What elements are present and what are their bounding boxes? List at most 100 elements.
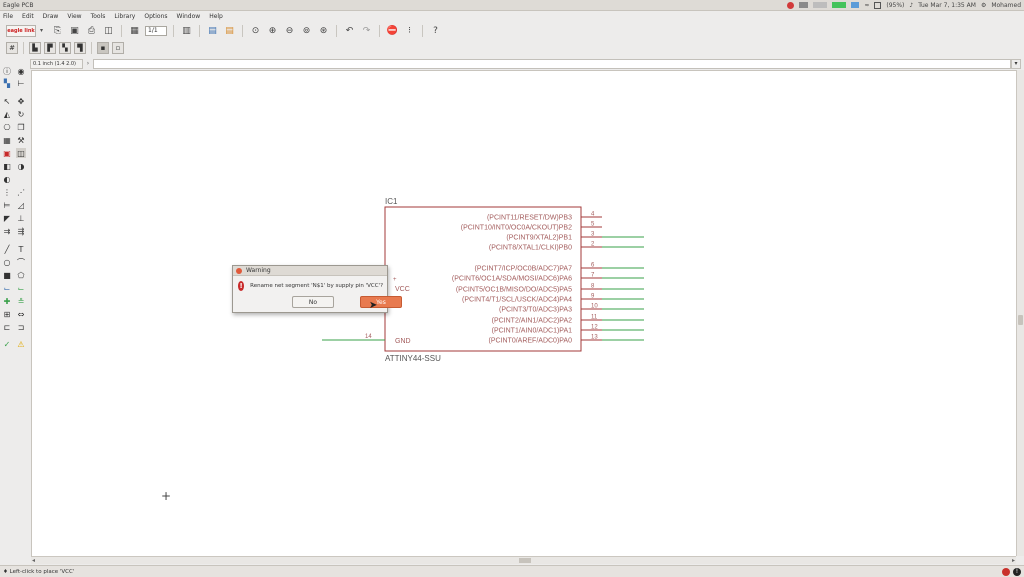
net-icon[interactable]: ⌙: [16, 283, 26, 293]
invoke-icon[interactable]: ◧: [2, 161, 12, 171]
cpu-monitor-icon[interactable]: [813, 2, 828, 8]
menu-tools[interactable]: Tools: [91, 13, 106, 20]
menu-window[interactable]: Window: [177, 13, 201, 20]
keyboard-icon[interactable]: [851, 2, 860, 8]
delete-icon[interactable]: ▦: [2, 135, 12, 145]
chevron-right-icon[interactable]: ›: [85, 60, 91, 67]
display-icon[interactable]: ▚: [2, 78, 12, 88]
go-icon[interactable]: ⁝: [403, 24, 416, 37]
replace-icon[interactable]: ◫: [16, 148, 26, 158]
zoom-out-icon[interactable]: ⊖: [283, 24, 296, 37]
help-icon[interactable]: ?: [429, 24, 442, 37]
horizontal-scrollbar[interactable]: ◂ ▸: [31, 556, 1016, 564]
miter-icon[interactable]: ⋰: [16, 187, 26, 197]
command-history-dropdown[interactable]: ▾: [1011, 58, 1021, 69]
volume-icon[interactable]: ♪: [909, 2, 913, 9]
cam-icon[interactable]: ◫: [102, 24, 115, 37]
record-icon[interactable]: [787, 1, 795, 9]
wrench-icon[interactable]: ⚒: [16, 135, 26, 145]
attribute-icon[interactable]: ⊥: [16, 213, 26, 223]
junction-icon[interactable]: ✚: [2, 296, 12, 306]
menu-file[interactable]: File: [3, 13, 13, 20]
dialog-titlebar[interactable]: Warning: [233, 266, 387, 276]
route-icon[interactable]: ⇶: [16, 226, 26, 236]
mode-b-icon[interactable]: ▫: [112, 42, 124, 54]
command-input[interactable]: [93, 58, 1011, 69]
paste-icon[interactable]: ◤: [2, 213, 12, 223]
scroll-right-icon[interactable]: ▸: [1012, 557, 1015, 564]
save-icon[interactable]: ▣: [68, 24, 81, 37]
eagle-logo[interactable]: eagle link: [6, 24, 36, 37]
mark-icon[interactable]: ⊢: [16, 78, 26, 88]
scroll-left-icon[interactable]: ◂: [32, 557, 35, 564]
board-switch-icon[interactable]: ▦: [128, 24, 141, 37]
port-icon[interactable]: ⊐: [16, 322, 26, 332]
ulp-icon[interactable]: ▤: [223, 24, 236, 37]
stop-icon[interactable]: [1002, 567, 1010, 576]
vertical-scrollbar[interactable]: [1016, 70, 1024, 556]
add-part-icon[interactable]: ▣: [2, 148, 12, 158]
menu-library[interactable]: Library: [114, 13, 135, 20]
group-icon[interactable]: ⎔: [2, 122, 12, 132]
gate-swap-icon[interactable]: ◑: [16, 161, 26, 171]
optimize-icon[interactable]: ⇉: [2, 226, 12, 236]
show-icon[interactable]: ◉: [16, 66, 26, 76]
move-cross-icon[interactable]: ✥: [16, 96, 26, 106]
align-left-icon[interactable]: ▙: [29, 42, 41, 54]
indicator-icon[interactable]: [799, 2, 809, 8]
split-icon[interactable]: ⋮: [2, 187, 12, 197]
stop-icon[interactable]: ⛔: [386, 24, 399, 37]
zoom-select-icon[interactable]: ⊛: [317, 24, 330, 37]
arc-icon[interactable]: ⌒: [16, 257, 26, 267]
warning-icon[interactable]: ⚠: [16, 339, 26, 349]
schematic-canvas[interactable]: IC1 ATTINY44-SSU + VCC GND 14 (PCINT11/R…: [31, 70, 1016, 556]
move-icon[interactable]: ↖: [2, 96, 12, 106]
redraw-icon[interactable]: ⊚: [300, 24, 313, 37]
mirror-icon[interactable]: ◭: [2, 109, 12, 119]
battery-icon[interactable]: [874, 1, 882, 9]
menu-edit[interactable]: Edit: [22, 13, 34, 20]
ratsnest-icon[interactable]: ⊞: [2, 309, 12, 319]
grid-icon[interactable]: #: [6, 42, 18, 54]
mode-a-icon[interactable]: ▪: [97, 42, 109, 54]
pinswap-icon[interactable]: ◐: [2, 174, 12, 184]
sheet-selector[interactable]: 1/1: [145, 25, 168, 36]
copy-icon[interactable]: ❐: [16, 122, 26, 132]
chevron-down-icon[interactable]: ▾: [40, 27, 43, 34]
wire-icon[interactable]: ╱: [2, 244, 12, 254]
polygon-icon[interactable]: ⬠: [16, 270, 26, 280]
menu-draw[interactable]: Draw: [43, 13, 59, 20]
menu-view[interactable]: View: [67, 13, 81, 20]
change-icon[interactable]: ◿: [16, 200, 26, 210]
clock[interactable]: Tue Mar 7, 1:35 AM: [918, 2, 976, 9]
wifi-icon[interactable]: ≈: [864, 2, 869, 9]
close-icon[interactable]: [236, 267, 242, 274]
horizontal-scroll-thumb[interactable]: [519, 558, 531, 563]
circle-icon[interactable]: ○: [2, 257, 12, 267]
print-icon[interactable]: ⎙: [85, 24, 98, 37]
zoom-fit-icon[interactable]: ⊙: [249, 24, 262, 37]
ripup-icon[interactable]: ⇔: [16, 309, 26, 319]
redo-icon[interactable]: ↷: [360, 24, 373, 37]
info-icon[interactable]: ⓘ: [2, 66, 12, 76]
vertical-scroll-thumb[interactable]: [1018, 315, 1023, 325]
settings-icon[interactable]: ⚙: [981, 2, 986, 9]
menu-help[interactable]: Help: [209, 13, 223, 20]
library-icon[interactable]: ▥: [180, 24, 193, 37]
undo-icon[interactable]: ↶: [343, 24, 356, 37]
network-monitor-icon[interactable]: [832, 2, 847, 8]
erc-icon[interactable]: ✓: [2, 339, 12, 349]
info-icon[interactable]: !: [1013, 567, 1021, 576]
rotate-icon[interactable]: ↻: [16, 109, 26, 119]
zoom-in-icon[interactable]: ⊕: [266, 24, 279, 37]
smash-icon[interactable]: ⊨: [2, 200, 12, 210]
no-button[interactable]: No: [292, 296, 334, 308]
text-icon[interactable]: T: [16, 244, 26, 254]
script-icon[interactable]: ▤: [206, 24, 219, 37]
module-icon[interactable]: ⊏: [2, 322, 12, 332]
schematic-drawing[interactable]: IC1 ATTINY44-SSU + VCC GND 14 (PCINT11/R…: [32, 71, 1017, 557]
bus-icon[interactable]: ⌙: [2, 283, 12, 293]
align-center-icon[interactable]: ▚: [59, 42, 71, 54]
align-right-icon[interactable]: ▜: [74, 42, 86, 54]
label-icon[interactable]: ≗: [16, 296, 26, 306]
